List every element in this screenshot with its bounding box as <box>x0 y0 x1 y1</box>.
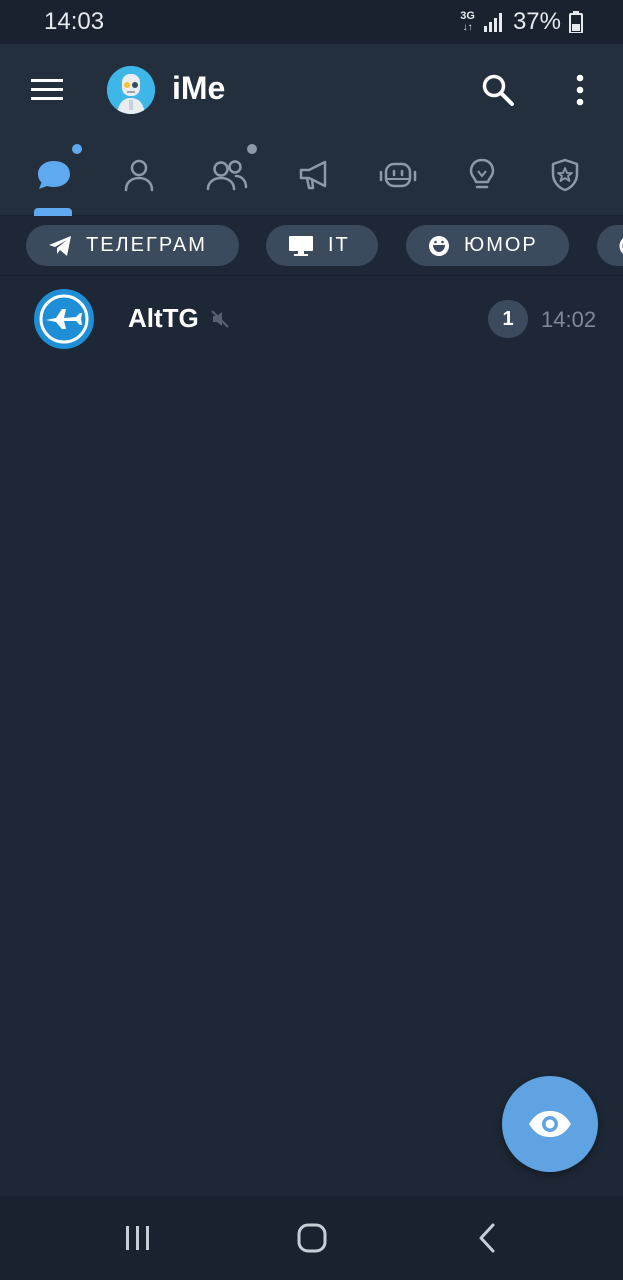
home-button[interactable] <box>284 1210 340 1266</box>
chip-telegram[interactable]: ТЕЛЕГРАМ <box>26 225 239 266</box>
chat-avatar <box>34 289 94 349</box>
battery-percent: 37% <box>512 8 561 35</box>
battery-icon <box>569 11 583 33</box>
search-button[interactable] <box>474 66 522 114</box>
recents-button[interactable] <box>110 1210 166 1266</box>
user-icon <box>124 159 154 192</box>
system-nav-bar <box>0 1196 623 1280</box>
menu-button[interactable] <box>24 68 72 112</box>
screen: 14:03 3G ↓↑ 37% iMe ТЕЛЕГРАМ IT ЮМОР Alt… <box>0 0 623 1280</box>
chip-label: IT <box>328 234 350 256</box>
tab-ideas[interactable] <box>452 134 512 216</box>
chat-list: AltTG 1 14:02 <box>0 277 623 363</box>
chip-humor[interactable]: ЮМОР <box>406 225 569 266</box>
selected-tab-indicator <box>34 208 72 216</box>
app-logo <box>107 66 155 114</box>
folder-tabs <box>0 134 623 216</box>
tab-admin[interactable] <box>535 134 595 216</box>
megaphone-icon <box>299 160 327 190</box>
home-icon <box>297 1223 327 1253</box>
jet-plane-icon <box>35 290 93 348</box>
hide-chats-fab[interactable] <box>502 1076 598 1172</box>
more-vert-icon <box>576 74 584 106</box>
chip-it[interactable]: IT <box>266 225 378 266</box>
chat-time: 14:02 <box>541 307 597 332</box>
network-type-indicator: 3G ↓↑ <box>460 10 475 34</box>
shield-star-icon <box>551 158 579 192</box>
status-time: 14:03 <box>44 8 105 35</box>
more-options-button[interactable] <box>558 66 602 114</box>
app-header: iMe <box>0 44 623 134</box>
tab-all-chats[interactable] <box>24 134 84 216</box>
monitor-icon <box>289 235 313 256</box>
chat-name: AltTG <box>128 303 199 333</box>
telegram-plane-icon <box>49 235 71 256</box>
tab-groups[interactable] <box>197 134 257 216</box>
smile-icon <box>429 235 449 256</box>
hamburger-menu-icon <box>31 79 63 100</box>
status-bar: 14:03 3G ↓↑ 37% <box>0 0 623 44</box>
tab-bots[interactable] <box>368 134 428 216</box>
chip-label: ТЕЛЕГРАМ <box>86 234 207 256</box>
tab-private[interactable] <box>109 134 169 216</box>
eye-icon <box>529 1111 571 1137</box>
chat-row[interactable]: AltTG 1 14:02 <box>0 277 623 363</box>
lightbulb-icon <box>469 158 495 189</box>
tab-unread-dot <box>247 144 257 154</box>
chip-label: ЮМОР <box>464 234 538 256</box>
filter-chips: ТЕЛЕГРАМ IT ЮМОР <box>0 216 623 276</box>
app-title: iMe <box>172 70 226 106</box>
network-arrows: ↓↑ <box>462 22 473 33</box>
tab-channels[interactable] <box>284 134 344 216</box>
robot-icon <box>379 162 417 188</box>
back-icon <box>479 1223 495 1253</box>
muted-icon <box>211 310 229 328</box>
signal-icon <box>483 13 502 32</box>
unread-badge: 1 <box>488 300 528 338</box>
status-right: 3G ↓↑ 37% <box>460 8 583 36</box>
chat-bubble-icon <box>38 161 70 189</box>
group-icon <box>206 160 248 191</box>
chip-more[interactable] <box>597 225 623 266</box>
tab-unread-dot <box>72 144 82 154</box>
back-button[interactable] <box>459 1210 515 1266</box>
chip-partial-icon <box>619 237 623 254</box>
robot-logo-icon <box>107 66 155 114</box>
network-type-label: 3G <box>460 10 475 22</box>
search-icon <box>482 74 514 106</box>
recents-icon <box>126 1226 149 1250</box>
